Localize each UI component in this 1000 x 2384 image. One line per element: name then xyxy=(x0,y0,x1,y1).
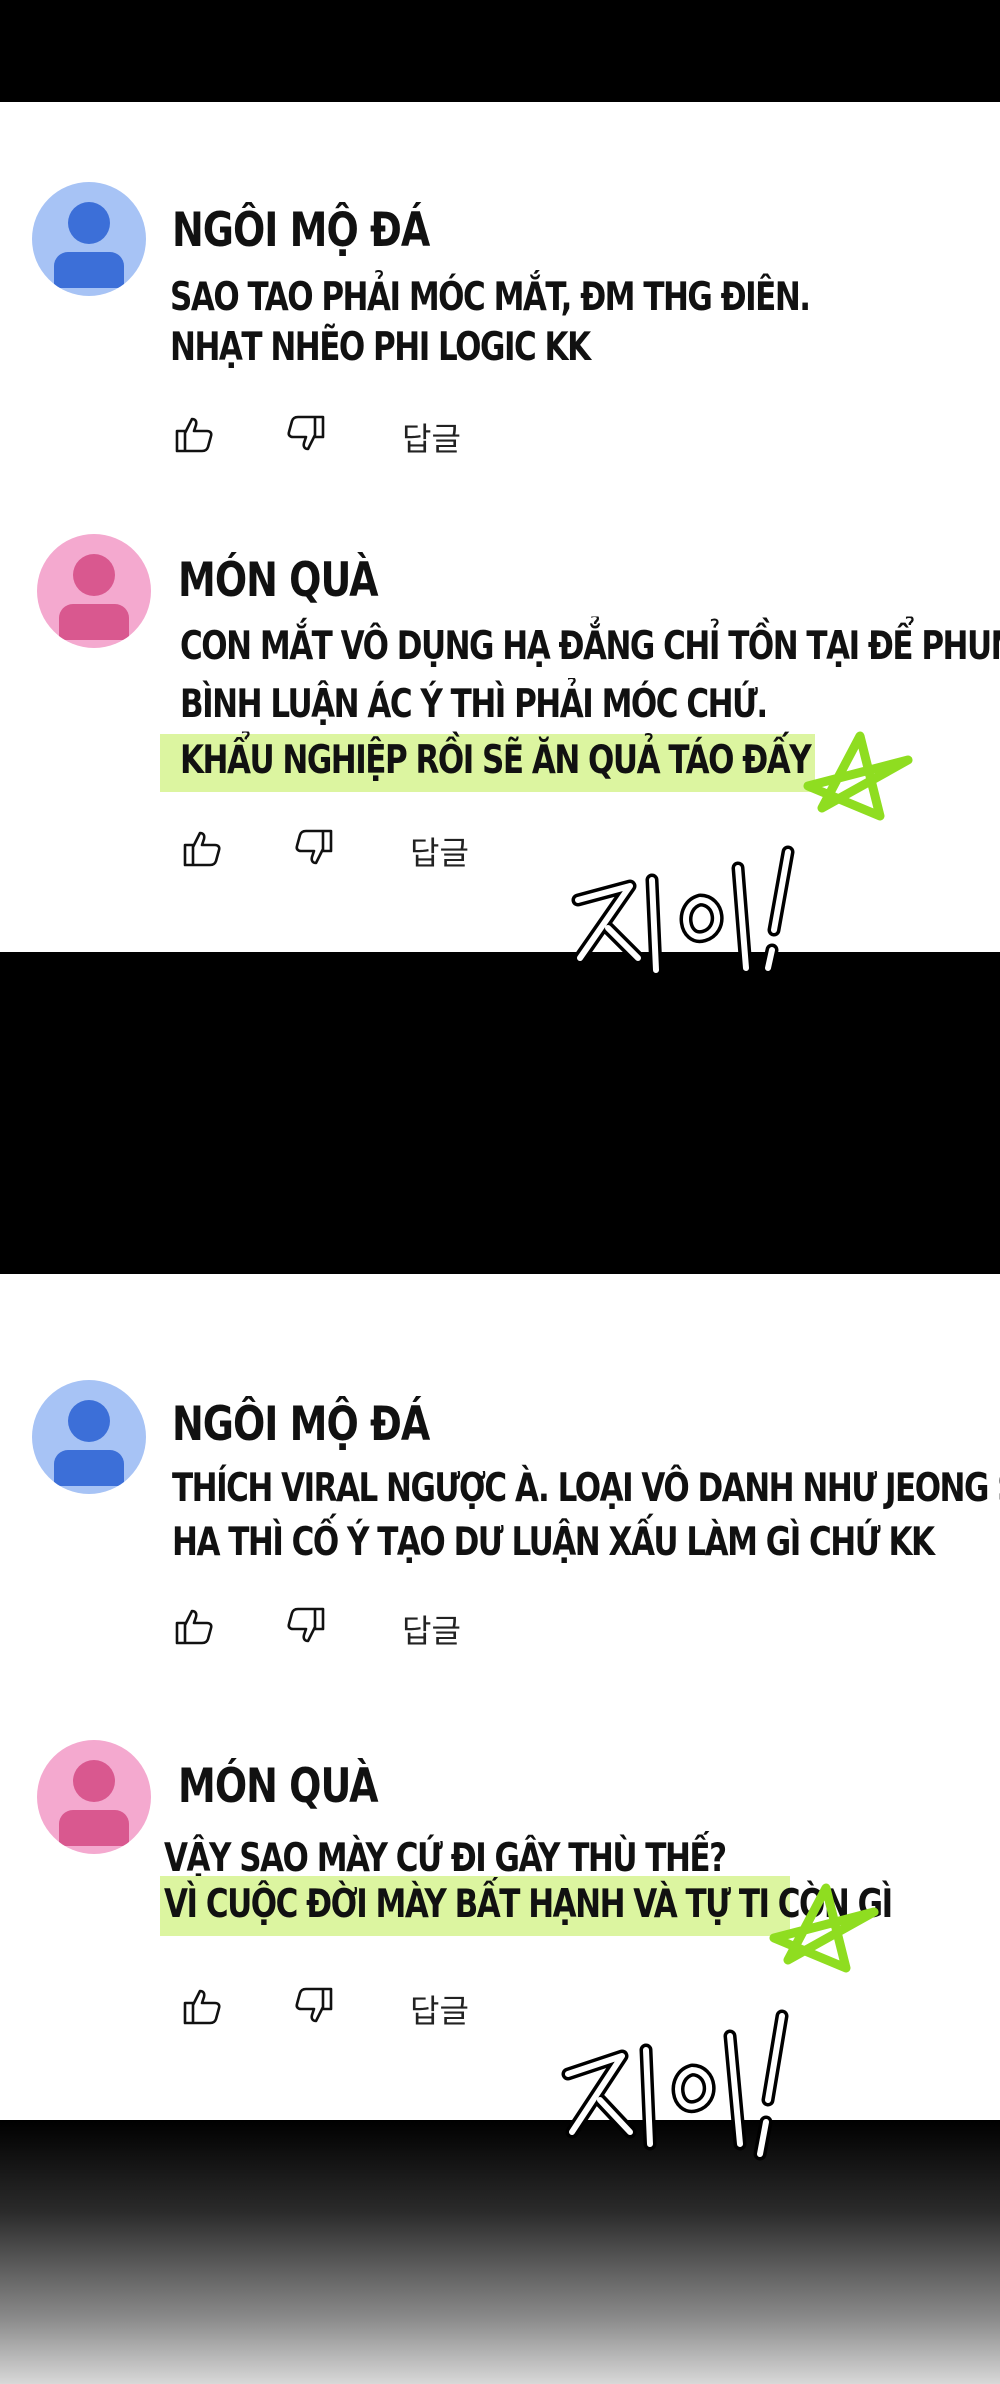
comment-author: NGÔI MỘ ĐÁ xyxy=(172,1396,430,1451)
comment-text-line: KHẨU NGHIỆP RỒI SẼ ĂN QUẢ TÁO ĐẤY xyxy=(180,738,812,783)
thumbs-up-icon[interactable] xyxy=(182,1986,224,2026)
middle-black-band xyxy=(0,952,1000,1274)
bottom-gradient-band xyxy=(0,2120,1000,2384)
thumbs-up-icon[interactable] xyxy=(174,1606,216,1646)
comment-text-line: VẬY SAO MÀY CỨ ĐI GÂY THÙ THẾ? xyxy=(164,1836,727,1881)
sound-effect-drawing xyxy=(561,2009,789,2161)
reply-button[interactable]: 답글 xyxy=(402,1606,461,1652)
comment-panel-1: NGÔI MỘ ĐÁ SAO TAO PHẢI MÓC MẮT, ĐM THG … xyxy=(0,102,1000,952)
comment-text-line: NHẠT NHẼO PHI LOGIC KK xyxy=(170,325,591,370)
thumbs-down-icon[interactable] xyxy=(292,828,334,868)
comment-text-line: HA THÌ CỐ Ý TẠO DƯ LUẬN XẤU LÀM GÌ CHỨ K… xyxy=(172,1520,935,1565)
reply-button[interactable]: 답글 xyxy=(410,828,469,874)
thumbs-up-icon[interactable] xyxy=(174,414,216,454)
comment-author: MÓN QUÀ xyxy=(178,552,379,607)
star-doodle-icon xyxy=(769,1883,879,1973)
thumbs-down-icon[interactable] xyxy=(284,414,326,454)
avatar xyxy=(32,1380,146,1494)
thumbs-down-icon[interactable] xyxy=(284,1606,326,1646)
avatar xyxy=(32,182,146,296)
thumbs-down-icon[interactable] xyxy=(292,1986,334,2026)
comment-text-line: CON MẮT VÔ DỤNG HẠ ĐẲNG CHỈ TỒN TẠI ĐỂ P… xyxy=(180,624,1000,669)
comment-text-line: SAO TAO PHẢI MÓC MẮT, ĐM THG ĐIÊN. xyxy=(170,275,811,320)
avatar xyxy=(37,534,151,648)
comment-text-line: BÌNH LUẬN ÁC Ý THÌ PHẢI MÓC CHỨ. xyxy=(180,682,768,727)
comment-author: NGÔI MỘ ĐÁ xyxy=(172,202,430,257)
reply-button[interactable]: 답글 xyxy=(410,1986,469,2032)
thumbs-up-icon[interactable] xyxy=(182,828,224,868)
top-black-band xyxy=(0,0,1000,102)
sound-effect-drawing xyxy=(571,845,795,977)
comment-text-line: THÍCH VIRAL NGƯỢC À. LOẠI VÔ DANH NHƯ JE… xyxy=(172,1466,1000,1511)
star-doodle-icon xyxy=(803,731,913,821)
avatar xyxy=(37,1740,151,1854)
comment-panel-2: NGÔI MỘ ĐÁ THÍCH VIRAL NGƯỢC À. LOẠI VÔ … xyxy=(0,1274,1000,2120)
comment-author: MÓN QUÀ xyxy=(178,1758,379,1813)
reply-button[interactable]: 답글 xyxy=(402,414,461,460)
